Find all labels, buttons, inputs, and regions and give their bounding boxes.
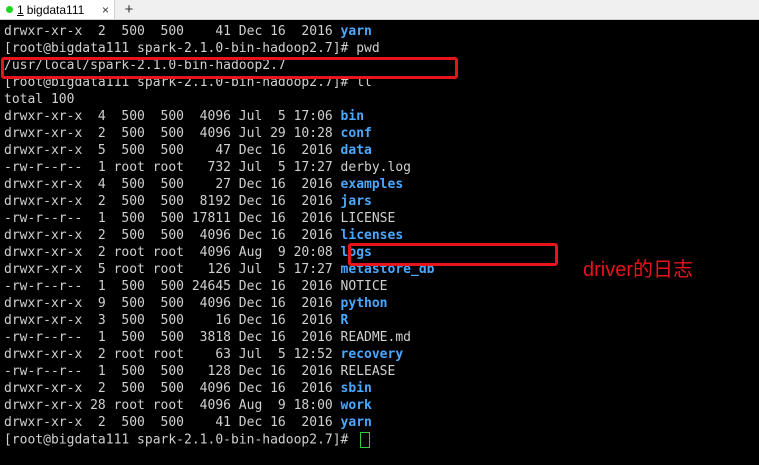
terminal-output[interactable]: drwxr-xr-x 2 500 500 41 Dec 16 2016 yarn… — [4, 24, 759, 449]
directory-name: recovery — [340, 347, 404, 362]
annotation-label: driver的日志 — [583, 259, 694, 281]
directory-name: data — [340, 143, 372, 158]
line-text: drwxr-xr-x 2 500 500 4096 Dec 16 2016 — [4, 228, 341, 243]
directory-name: work — [340, 398, 372, 413]
line-text: -rw-r--r-- 1 root root 732 Jul 5 17:27 d… — [4, 160, 411, 175]
line-text: -rw-r--r-- 1 500 500 17811 Dec 16 2016 L… — [4, 211, 396, 226]
terminal-line: drwxr-xr-x 3 500 500 16 Dec 16 2016 R — [4, 313, 759, 330]
terminal-line: [root@bigdata111 spark-2.1.0-bin-hadoop2… — [4, 432, 759, 449]
terminal-line: drwxr-xr-x 4 500 500 27 Dec 16 2016 exam… — [4, 177, 759, 194]
tab-number: 1 — [17, 2, 24, 17]
terminal-line: drwxr-xr-x 4 500 500 4096 Jul 5 17:06 bi… — [4, 109, 759, 126]
line-text: drwxr-xr-x 2 500 500 8192 Dec 16 2016 — [4, 194, 341, 209]
line-text: drwxr-xr-x 2 root root 63 Jul 5 12:52 — [4, 347, 341, 362]
directory-name: licenses — [340, 228, 404, 243]
line-text: drwxr-xr-x 5 500 500 47 Dec 16 2016 — [4, 143, 341, 158]
directory-name: yarn — [340, 415, 372, 430]
terminal-line: -rw-r--r-- 1 500 500 17811 Dec 16 2016 L… — [4, 211, 759, 228]
terminal-line: -rw-r--r-- 1 500 500 3818 Dec 16 2016 RE… — [4, 330, 759, 347]
add-tab-button[interactable]: + — [118, 0, 140, 19]
line-text: total 100 — [4, 92, 75, 107]
terminal-line: drwxr-xr-x 2 500 500 4096 Dec 16 2016 sb… — [4, 381, 759, 398]
terminal-line: drwxr-xr-x 2 500 500 41 Dec 16 2016 yarn — [4, 415, 759, 432]
directory-name: yarn — [340, 24, 372, 39]
close-icon[interactable]: × — [102, 3, 109, 17]
line-text: drwxr-xr-x 2 root root 4096 Aug 9 20:08 — [4, 245, 341, 260]
directory-name: python — [340, 296, 388, 311]
line-text: drwxr-xr-x 9 500 500 4096 Dec 16 2016 — [4, 296, 341, 311]
line-text: [root@bigdata111 spark-2.1.0-bin-hadoop2… — [4, 432, 357, 448]
line-text: drwxr-xr-x 28 root root 4096 Aug 9 18:00 — [4, 398, 341, 413]
terminal-line: drwxr-xr-x 2 500 500 4096 Jul 29 10:28 c… — [4, 126, 759, 143]
terminal-line: drwxr-xr-x 2 500 500 41 Dec 16 2016 yarn — [4, 24, 759, 41]
line-text: drwxr-xr-x 5 root root 126 Jul 5 17:27 — [4, 262, 341, 277]
line-text: drwxr-xr-x 3 500 500 16 Dec 16 2016 — [4, 313, 341, 328]
line-text: drwxr-xr-x 2 500 500 4096 Jul 29 10:28 — [4, 126, 341, 141]
pwd-highlight-box — [1, 57, 458, 79]
connection-status-icon — [6, 6, 13, 13]
logs-highlight-box — [348, 243, 558, 266]
line-text: -rw-r--r-- 1 500 500 24645 Dec 16 2016 N… — [4, 279, 388, 294]
directory-name: sbin — [340, 381, 372, 396]
session-tab[interactable]: 1 bigdata111 × — [0, 0, 115, 19]
terminal-line: [root@bigdata111 spark-2.1.0-bin-hadoop2… — [4, 41, 759, 58]
line-text: -rw-r--r-- 1 500 500 3818 Dec 16 2016 RE… — [4, 330, 411, 345]
line-text: [root@bigdata111 spark-2.1.0-bin-hadoop2… — [4, 41, 380, 56]
line-text: drwxr-xr-x 4 500 500 27 Dec 16 2016 — [4, 177, 341, 192]
line-text: drwxr-xr-x 2 500 500 41 Dec 16 2016 — [4, 24, 341, 39]
tab-bar: 1 bigdata111 × + — [0, 0, 759, 20]
directory-name: bin — [340, 109, 365, 124]
terminal-line: drwxr-xr-x 9 500 500 4096 Dec 16 2016 py… — [4, 296, 759, 313]
terminal-line: drwxr-xr-x 28 root root 4096 Aug 9 18:00… — [4, 398, 759, 415]
terminal-line: drwxr-xr-x 5 500 500 47 Dec 16 2016 data — [4, 143, 759, 160]
line-text: drwxr-xr-x 2 500 500 41 Dec 16 2016 — [4, 415, 341, 430]
terminal-line: drwxr-xr-x 2 500 500 8192 Dec 16 2016 ja… — [4, 194, 759, 211]
directory-name: conf — [340, 126, 372, 141]
directory-name: jars — [340, 194, 372, 209]
line-text: -rw-r--r-- 1 500 500 128 Dec 16 2016 REL… — [4, 364, 396, 379]
terminal-line: total 100 — [4, 92, 759, 109]
terminal-line: -rw-r--r-- 1 500 500 128 Dec 16 2016 REL… — [4, 364, 759, 381]
cursor-icon — [360, 432, 371, 448]
directory-name: examples — [340, 177, 404, 192]
directory-name: R — [340, 313, 349, 328]
line-text: drwxr-xr-x 4 500 500 4096 Jul 5 17:06 — [4, 109, 341, 124]
terminal-line: -rw-r--r-- 1 root root 732 Jul 5 17:27 d… — [4, 160, 759, 177]
terminal-line: drwxr-xr-x 2 root root 63 Jul 5 12:52 re… — [4, 347, 759, 364]
line-text: drwxr-xr-x 2 500 500 4096 Dec 16 2016 — [4, 381, 341, 396]
tab-title: bigdata111 — [26, 2, 85, 17]
